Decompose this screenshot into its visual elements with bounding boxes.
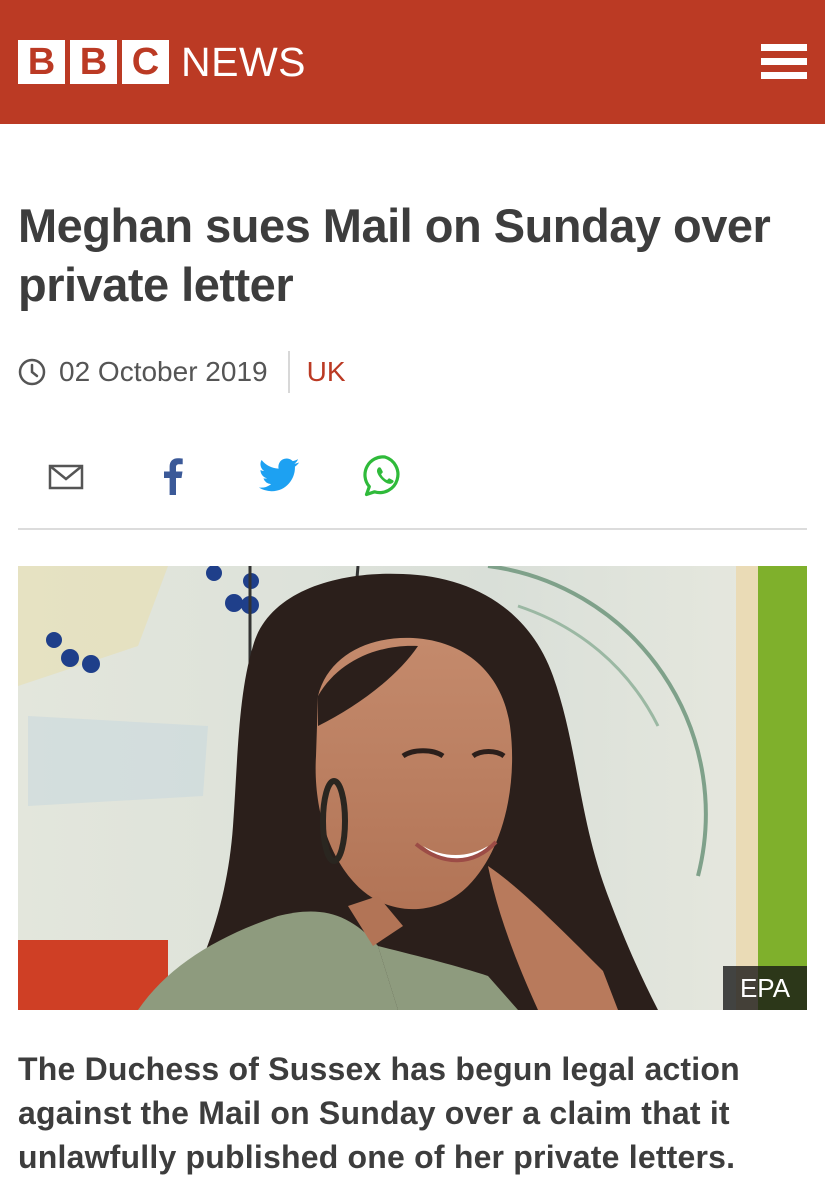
article-meta: 02 October 2019 UK [18,350,346,394]
share-facebook-button[interactable] [160,453,186,499]
photo-illustration [18,566,807,1010]
hamburger-menu-icon[interactable] [761,44,807,80]
share-divider [18,528,807,530]
bbc-news-logo[interactable]: B B C NEWS [18,40,306,84]
logo-letter-b1: B [18,40,65,84]
site-header: B B C NEWS [0,0,825,124]
email-icon [48,464,84,490]
twitter-icon [258,458,300,492]
share-email-button[interactable] [48,453,84,499]
section-link[interactable]: UK [307,356,346,388]
whatsapp-icon [363,455,400,497]
logo-letter-c: C [122,40,169,84]
article-date: 02 October 2019 [59,356,268,387]
share-whatsapp-button[interactable] [362,453,408,499]
logo-news-text: NEWS [181,39,306,85]
facebook-icon [164,458,183,495]
logo-letter-b2: B [70,40,117,84]
article-photo: EPA [18,566,807,1010]
article-headline: Meghan sues Mail on Sunday over private … [18,199,771,311]
photo-credit: EPA [723,966,807,1010]
article-summary: The Duchess of Sussex has begun legal ac… [18,1051,740,1175]
meta-divider [287,351,290,393]
share-twitter-button[interactable] [257,453,301,499]
clock-icon [18,358,46,386]
